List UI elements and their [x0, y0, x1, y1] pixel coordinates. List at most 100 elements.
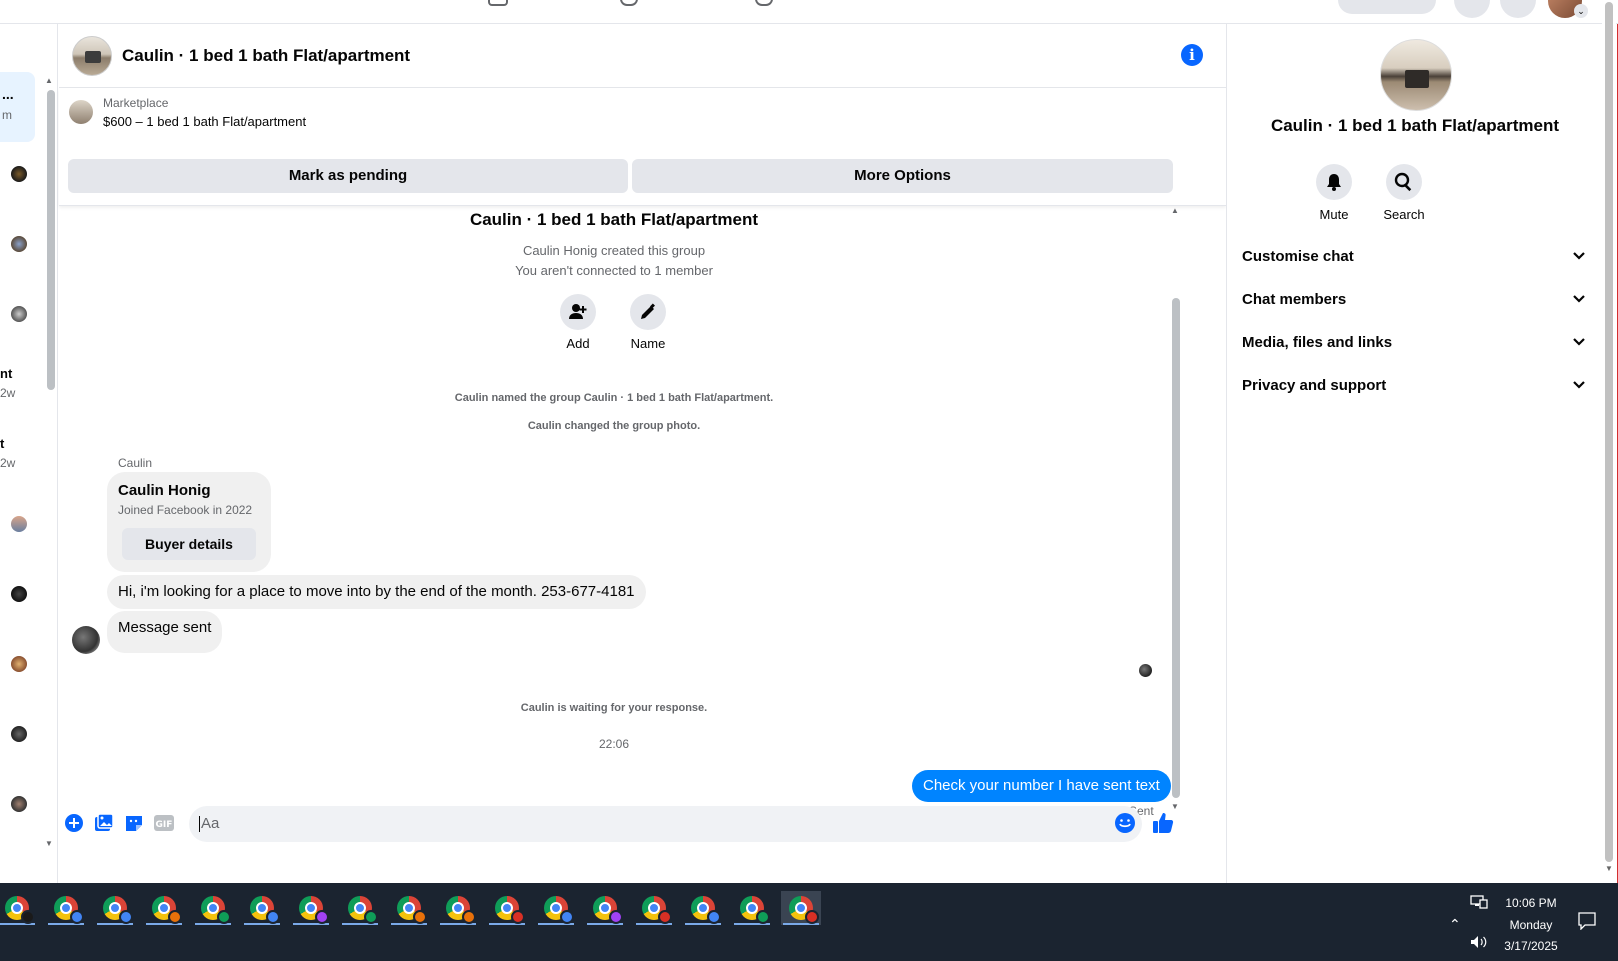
chat-list-avatar[interactable]: [11, 726, 27, 742]
chrome-taskbar-icon[interactable]: [732, 891, 772, 925]
chrome-taskbar-icon[interactable]: [634, 891, 674, 925]
listing-thumbnail[interactable]: [69, 100, 93, 124]
chat-list-scrollbar[interactable]: [47, 90, 55, 390]
chat-list-avatar[interactable]: [11, 166, 27, 182]
scroll-up-arrow-icon[interactable]: ▲: [1171, 206, 1179, 215]
find-friends-button[interactable]: [1338, 0, 1436, 14]
incoming-message[interactable]: Message sent: [107, 611, 223, 653]
chrome-taskbar-icon[interactable]: [389, 891, 429, 925]
chrome-icon: [593, 896, 623, 924]
chat-list-avatar[interactable]: [11, 236, 27, 252]
outgoing-message[interactable]: Check your number I have sent text: [912, 770, 1171, 802]
groups-nav-icon[interactable]: [620, 0, 638, 6]
chrome-taskbar-icon[interactable]: [242, 891, 282, 925]
more-options-button[interactable]: More Options: [632, 159, 1173, 193]
chrome-taskbar-icon[interactable]: [438, 891, 478, 925]
chat-list-avatar[interactable]: [11, 516, 27, 532]
read-receipt-avatar: [1139, 664, 1152, 677]
chat-list-avatar[interactable]: [11, 586, 27, 602]
group-photo[interactable]: [1380, 39, 1452, 111]
scroll-down-arrow-icon[interactable]: ▼: [45, 839, 53, 848]
top-navigation-bar: ⌄: [0, 0, 1618, 24]
message-input[interactable]: Aa: [189, 806, 1142, 842]
chrome-taskbar-icon[interactable]: [0, 891, 37, 925]
notifications-icon[interactable]: [1578, 912, 1596, 933]
chat-list-avatar[interactable]: [11, 306, 27, 322]
pencil-icon[interactable]: [630, 294, 666, 330]
menu-grid-icon[interactable]: [1454, 0, 1490, 18]
chrome-icon: [446, 896, 476, 924]
photo-icon[interactable]: [93, 812, 115, 834]
event-group-photo-changed: Caulin changed the group photo.: [527, 420, 701, 432]
sender-avatar[interactable]: [72, 626, 100, 654]
privacy-support-section[interactable]: Privacy and support: [1242, 366, 1592, 406]
messenger-icon[interactable]: [1500, 0, 1536, 18]
profile-card-name[interactable]: Caulin Honig: [118, 482, 211, 499]
scroll-down-arrow-icon[interactable]: ▼: [1605, 864, 1613, 873]
chevron-down-icon: [1572, 237, 1586, 277]
chrome-icon: [642, 896, 672, 924]
show-hidden-icons-chevron-icon[interactable]: ⌃: [1449, 916, 1461, 933]
marketplace-nav-icon[interactable]: [488, 0, 508, 6]
listing-price-line[interactable]: $600 – 1 bed 1 bath Flat/apartment: [103, 114, 306, 129]
chrome-taskbar-icon[interactable]: [781, 891, 821, 925]
volume-icon[interactable]: [1470, 935, 1488, 952]
profile-badge-icon: [217, 910, 231, 924]
chat-list-item-active[interactable]: ... m: [0, 72, 35, 142]
conversation-title[interactable]: Caulin · 1 bed 1 bath Flat/apartment: [122, 46, 410, 66]
chrome-taskbar-icon[interactable]: [683, 891, 723, 925]
sticker-icon[interactable]: [123, 812, 145, 834]
buyer-details-button[interactable]: Buyer details: [122, 528, 256, 560]
plus-circle-icon[interactable]: [63, 812, 85, 834]
clock-time[interactable]: 10:06 PM: [1505, 896, 1557, 910]
mark-as-pending-button[interactable]: Mark as pending: [68, 159, 628, 193]
chrome-taskbar-icon[interactable]: [487, 891, 527, 925]
incoming-message[interactable]: Hi, i'm looking for a place to move into…: [107, 575, 646, 609]
chrome-taskbar-icon[interactable]: [193, 891, 233, 925]
chrome-taskbar-icon[interactable]: [585, 891, 625, 925]
chrome-taskbar-icon[interactable]: [144, 891, 184, 925]
name-group-action[interactable]: Name: [613, 294, 683, 351]
chat-list-avatar[interactable]: [11, 796, 27, 812]
customise-chat-section[interactable]: Customise chat: [1242, 237, 1592, 277]
chrome-icon: [250, 896, 280, 924]
chrome-taskbar-icon[interactable]: [340, 891, 380, 925]
chrome-icon: [544, 896, 574, 924]
chrome-taskbar-icon[interactable]: [291, 891, 331, 925]
group-avatar[interactable]: [72, 36, 112, 76]
thread-scrollbar[interactable]: ▲ ▼: [1170, 206, 1182, 816]
message-thread: Caulin · 1 bed 1 bath Flat/apartment Cau…: [59, 206, 1226, 818]
message-timestamp: 22:06: [598, 737, 630, 751]
thread-scrollbar-thumb[interactable]: [1172, 298, 1180, 798]
section-label: Chat members: [1242, 291, 1347, 308]
chevron-down-icon[interactable]: ⌄: [1574, 4, 1588, 18]
gif-icon[interactable]: GIF: [153, 812, 175, 834]
chat-members-section[interactable]: Chat members: [1242, 280, 1592, 320]
info-icon[interactable]: i: [1181, 44, 1203, 66]
add-person-icon[interactable]: [560, 294, 596, 330]
add-action-label: Add: [566, 336, 590, 351]
thumbs-up-icon[interactable]: [1152, 812, 1174, 834]
search-action[interactable]: Search: [1369, 164, 1439, 222]
waiting-note: Caulin is waiting for your response.: [520, 702, 708, 714]
chrome-taskbar-icon[interactable]: [536, 891, 576, 925]
mute-action[interactable]: Mute: [1299, 164, 1369, 222]
chrome-taskbar-icon[interactable]: [95, 891, 135, 925]
gaming-nav-icon[interactable]: [755, 0, 773, 6]
media-files-links-section[interactable]: Media, files and links: [1242, 323, 1592, 363]
page-scrollbar[interactable]: ▼: [1602, 0, 1616, 883]
chrome-icon: [348, 896, 378, 924]
chrome-taskbar-icon[interactable]: [46, 891, 86, 925]
network-icon[interactable]: [1470, 895, 1488, 912]
clock-day[interactable]: Monday: [1505, 918, 1557, 932]
text-caret: [199, 816, 200, 833]
bell-icon[interactable]: [1316, 164, 1352, 200]
page-scrollbar-thumb[interactable]: [1605, 2, 1613, 862]
clock-date[interactable]: 3/17/2025: [1497, 939, 1565, 953]
emoji-icon[interactable]: [1114, 812, 1136, 834]
scroll-up-arrow-icon[interactable]: ▲: [45, 76, 53, 85]
chat-list-avatar[interactable]: [11, 656, 27, 672]
search-icon[interactable]: [1386, 164, 1422, 200]
add-member-action[interactable]: Add: [543, 294, 613, 351]
chevron-down-icon: [1572, 366, 1586, 406]
